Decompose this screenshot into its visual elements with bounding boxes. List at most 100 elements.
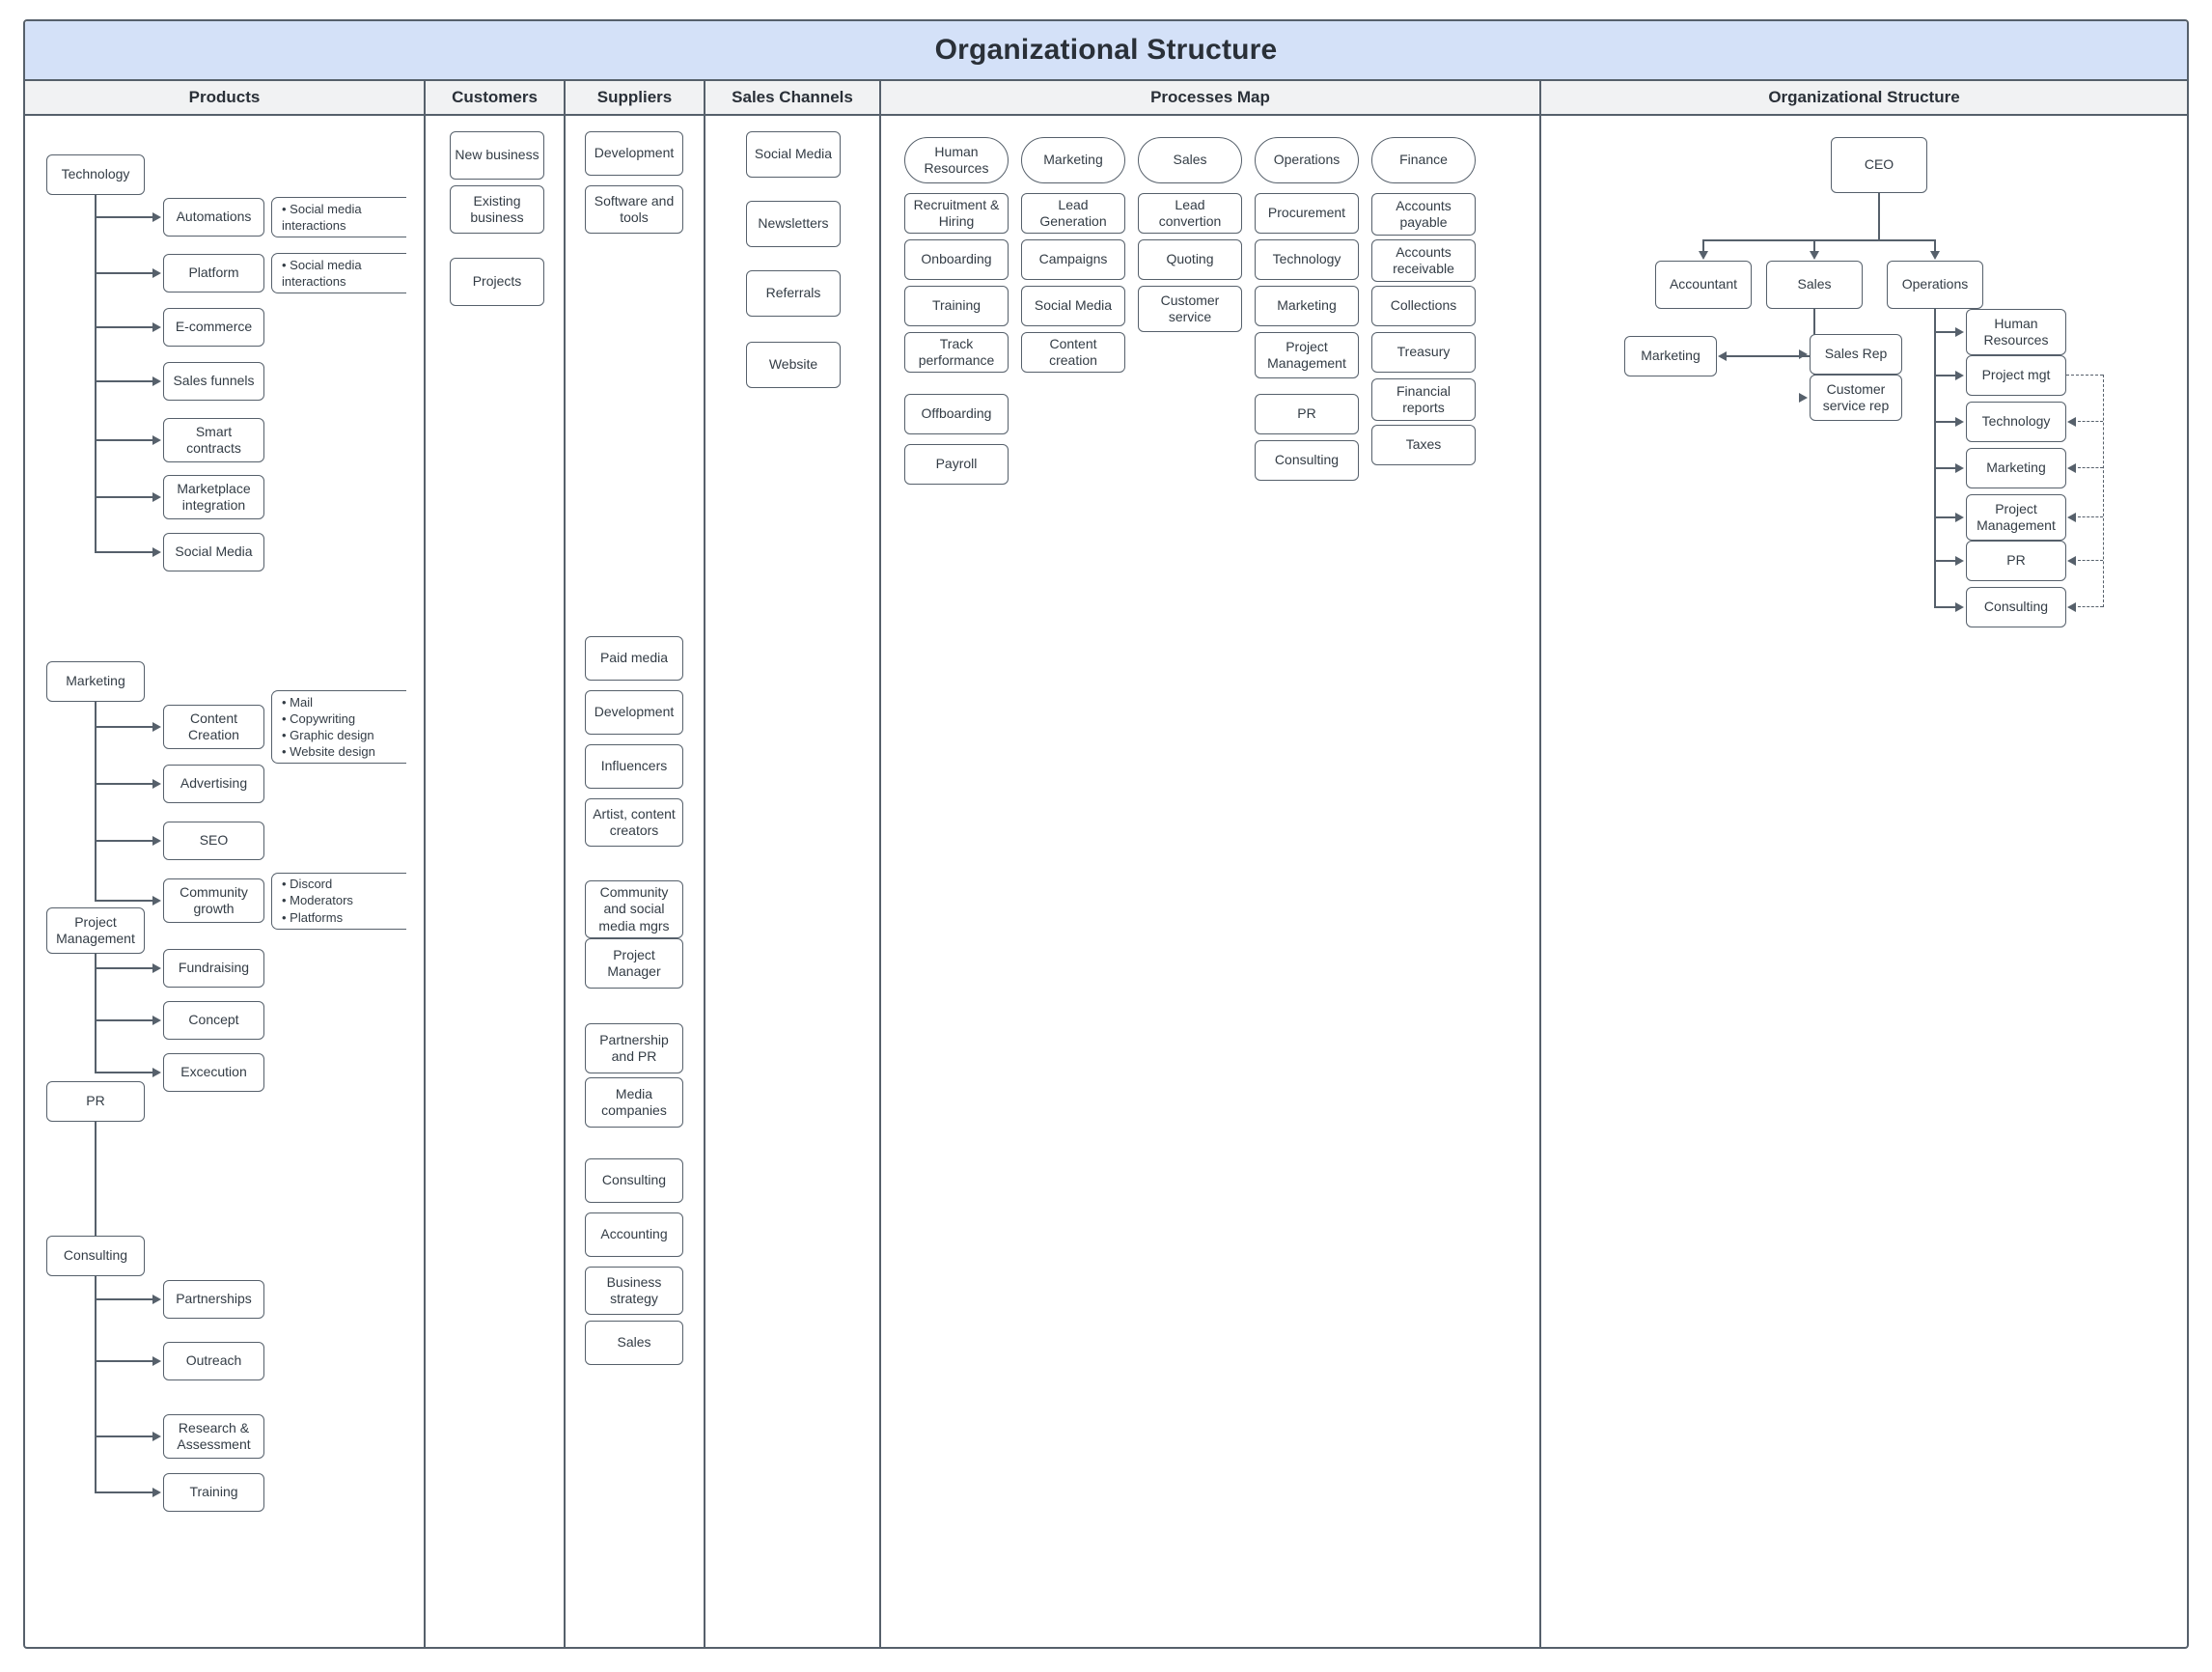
process-item-1-1[interactable]: Recruitment & Hiring: [904, 193, 1009, 234]
org-node-operations-1[interactable]: Human Resources: [1966, 309, 2066, 355]
org-node-sales-rep[interactable]: Sales Rep: [1810, 334, 1902, 375]
process-item-5-5[interactable]: Financial reports: [1371, 378, 1476, 421]
process-item-5-6[interactable]: Taxes: [1371, 425, 1476, 465]
dashed-feedback-branch: [2078, 560, 2103, 561]
org-node-operations-6[interactable]: PR: [1966, 541, 2066, 581]
products-item-1-6[interactable]: Marketplace integration: [163, 475, 264, 519]
process-item-5-4[interactable]: Treasury: [1371, 332, 1476, 373]
suppliers-item-7[interactable]: Community and social media mgrs: [585, 880, 683, 938]
org-node-operations-3[interactable]: Technology: [1966, 402, 2066, 442]
suppliers-item-3[interactable]: Paid media: [585, 636, 683, 681]
arrow-right-icon: [152, 1432, 161, 1441]
products-item-3-1[interactable]: Fundraising: [163, 949, 264, 988]
process-item-4-1[interactable]: Procurement: [1255, 193, 1359, 234]
org-node-operations-2[interactable]: Project mgt: [1966, 355, 2066, 396]
process-item-2-3[interactable]: Social Media: [1021, 286, 1125, 326]
sales-channel-item-1[interactable]: Social Media: [746, 131, 841, 178]
process-item-1-2[interactable]: Onboarding: [904, 239, 1009, 280]
org-operations-branch: [1934, 375, 1956, 376]
suppliers-item-4[interactable]: Development: [585, 690, 683, 735]
process-item-3-3[interactable]: Customer service: [1138, 286, 1242, 332]
products-item-1-2[interactable]: Platform: [163, 254, 264, 293]
products-group-4-parent[interactable]: PR: [46, 1081, 145, 1122]
arrow-right-icon: [152, 547, 161, 557]
suppliers-item-1[interactable]: Development: [585, 131, 683, 176]
arrow-left-icon: [2067, 417, 2076, 427]
suppliers-item-11[interactable]: Consulting: [585, 1158, 683, 1203]
products-group-5-parent[interactable]: Consulting: [46, 1236, 145, 1276]
suppliers-item-5[interactable]: Influencers: [585, 744, 683, 789]
products-item-2-4[interactable]: Community growth: [163, 878, 264, 923]
products-group-3-parent[interactable]: Project Management: [46, 907, 145, 954]
process-item-5-3[interactable]: Collections: [1371, 286, 1476, 326]
arrow-right-icon: [1955, 556, 1964, 566]
process-item-1-3[interactable]: Training: [904, 286, 1009, 326]
products-group-2-parent[interactable]: Marketing: [46, 661, 145, 702]
products-item-1-5[interactable]: Smart contracts: [163, 418, 264, 462]
sales-channel-item-2[interactable]: Newsletters: [746, 201, 841, 247]
process-head-1[interactable]: Human Resources: [904, 137, 1009, 183]
products-item-1-7[interactable]: Social Media: [163, 533, 264, 571]
process-head-5[interactable]: Finance: [1371, 137, 1476, 183]
org-node-level1-3[interactable]: Operations: [1887, 261, 1983, 309]
process-item-4-6[interactable]: Consulting: [1255, 440, 1359, 481]
customers-item-3[interactable]: Projects: [450, 258, 544, 306]
products-group-1-parent[interactable]: Technology: [46, 154, 145, 195]
sales-channel-item-4[interactable]: Website: [746, 342, 841, 388]
process-item-2-1[interactable]: Lead Generation: [1021, 193, 1125, 234]
process-item-1-4[interactable]: Track performance: [904, 332, 1009, 373]
suppliers-item-9[interactable]: Partnership and PR: [585, 1023, 683, 1073]
sales-channel-item-3[interactable]: Referrals: [746, 270, 841, 317]
org-node-sales-marketing[interactable]: Marketing: [1624, 336, 1717, 376]
org-node-operations-7[interactable]: Consulting: [1966, 587, 2066, 627]
products-item-2-1[interactable]: Content Creation: [163, 705, 264, 749]
process-item-4-5[interactable]: PR: [1255, 394, 1359, 434]
process-item-5-2[interactable]: Accounts receivable: [1371, 239, 1476, 282]
suppliers-item-12[interactable]: Accounting: [585, 1212, 683, 1257]
products-item-1-1[interactable]: Automations: [163, 198, 264, 237]
diagram-canvas: Organizational Structure Products Custom…: [0, 0, 2212, 1672]
products-item-2-2[interactable]: Advertising: [163, 765, 264, 803]
suppliers-item-2[interactable]: Software and tools: [585, 185, 683, 234]
process-item-2-2[interactable]: Campaigns: [1021, 239, 1125, 280]
suppliers-item-10[interactable]: Media companies: [585, 1077, 683, 1128]
products-item-2-3[interactable]: SEO: [163, 822, 264, 860]
products-item-5-1[interactable]: Research & Assessment: [163, 1414, 264, 1459]
org-node-operations-5[interactable]: Project Management: [1966, 494, 2066, 541]
products-item-3-3[interactable]: Excecution: [163, 1053, 264, 1092]
customers-item-2[interactable]: Existing business: [450, 185, 544, 234]
org-node-ceo[interactable]: CEO: [1831, 137, 1927, 193]
products-item-3-2[interactable]: Concept: [163, 1001, 264, 1040]
process-item-1-6[interactable]: Payroll: [904, 444, 1009, 485]
products-item-4-2[interactable]: Outreach: [163, 1342, 264, 1380]
org-operations-branch: [1934, 467, 1956, 469]
org-node-operations-4[interactable]: Marketing: [1966, 448, 2066, 488]
process-head-3[interactable]: Sales: [1138, 137, 1242, 183]
process-item-2-4[interactable]: Content creation: [1021, 332, 1125, 373]
org-node-level1-2[interactable]: Sales: [1766, 261, 1863, 309]
products-branch-line: [95, 840, 153, 842]
products-item-4-1[interactable]: Partnerships: [163, 1280, 264, 1319]
arrow-right-icon: [152, 376, 161, 386]
process-item-5-1[interactable]: Accounts payable: [1371, 193, 1476, 236]
process-item-3-1[interactable]: Lead convertion: [1138, 193, 1242, 234]
process-item-4-4[interactable]: Project Management: [1255, 332, 1359, 378]
process-item-1-5[interactable]: Offboarding: [904, 394, 1009, 434]
products-item-5-2[interactable]: Training: [163, 1473, 264, 1512]
process-item-4-2[interactable]: Technology: [1255, 239, 1359, 280]
suppliers-item-14[interactable]: Sales: [585, 1321, 683, 1365]
process-head-2[interactable]: Marketing: [1021, 137, 1125, 183]
suppliers-item-8[interactable]: Project Manager: [585, 938, 683, 989]
process-item-3-2[interactable]: Quoting: [1138, 239, 1242, 280]
suppliers-item-6[interactable]: Artist, content creators: [585, 798, 683, 847]
products-item-1-3[interactable]: E-commerce: [163, 308, 264, 347]
customers-item-1[interactable]: New business: [450, 131, 544, 180]
org-node-customer-service-rep[interactable]: Customer service rep: [1810, 375, 1902, 421]
org-node-level1-1[interactable]: Accountant: [1655, 261, 1752, 309]
products-item-1-4[interactable]: Sales funnels: [163, 362, 264, 401]
suppliers-item-13[interactable]: Business strategy: [585, 1267, 683, 1315]
arrow-right-icon: [1955, 602, 1964, 612]
process-item-4-3[interactable]: Marketing: [1255, 286, 1359, 326]
process-head-4[interactable]: Operations: [1255, 137, 1359, 183]
arrow-down-icon: [1810, 251, 1819, 260]
